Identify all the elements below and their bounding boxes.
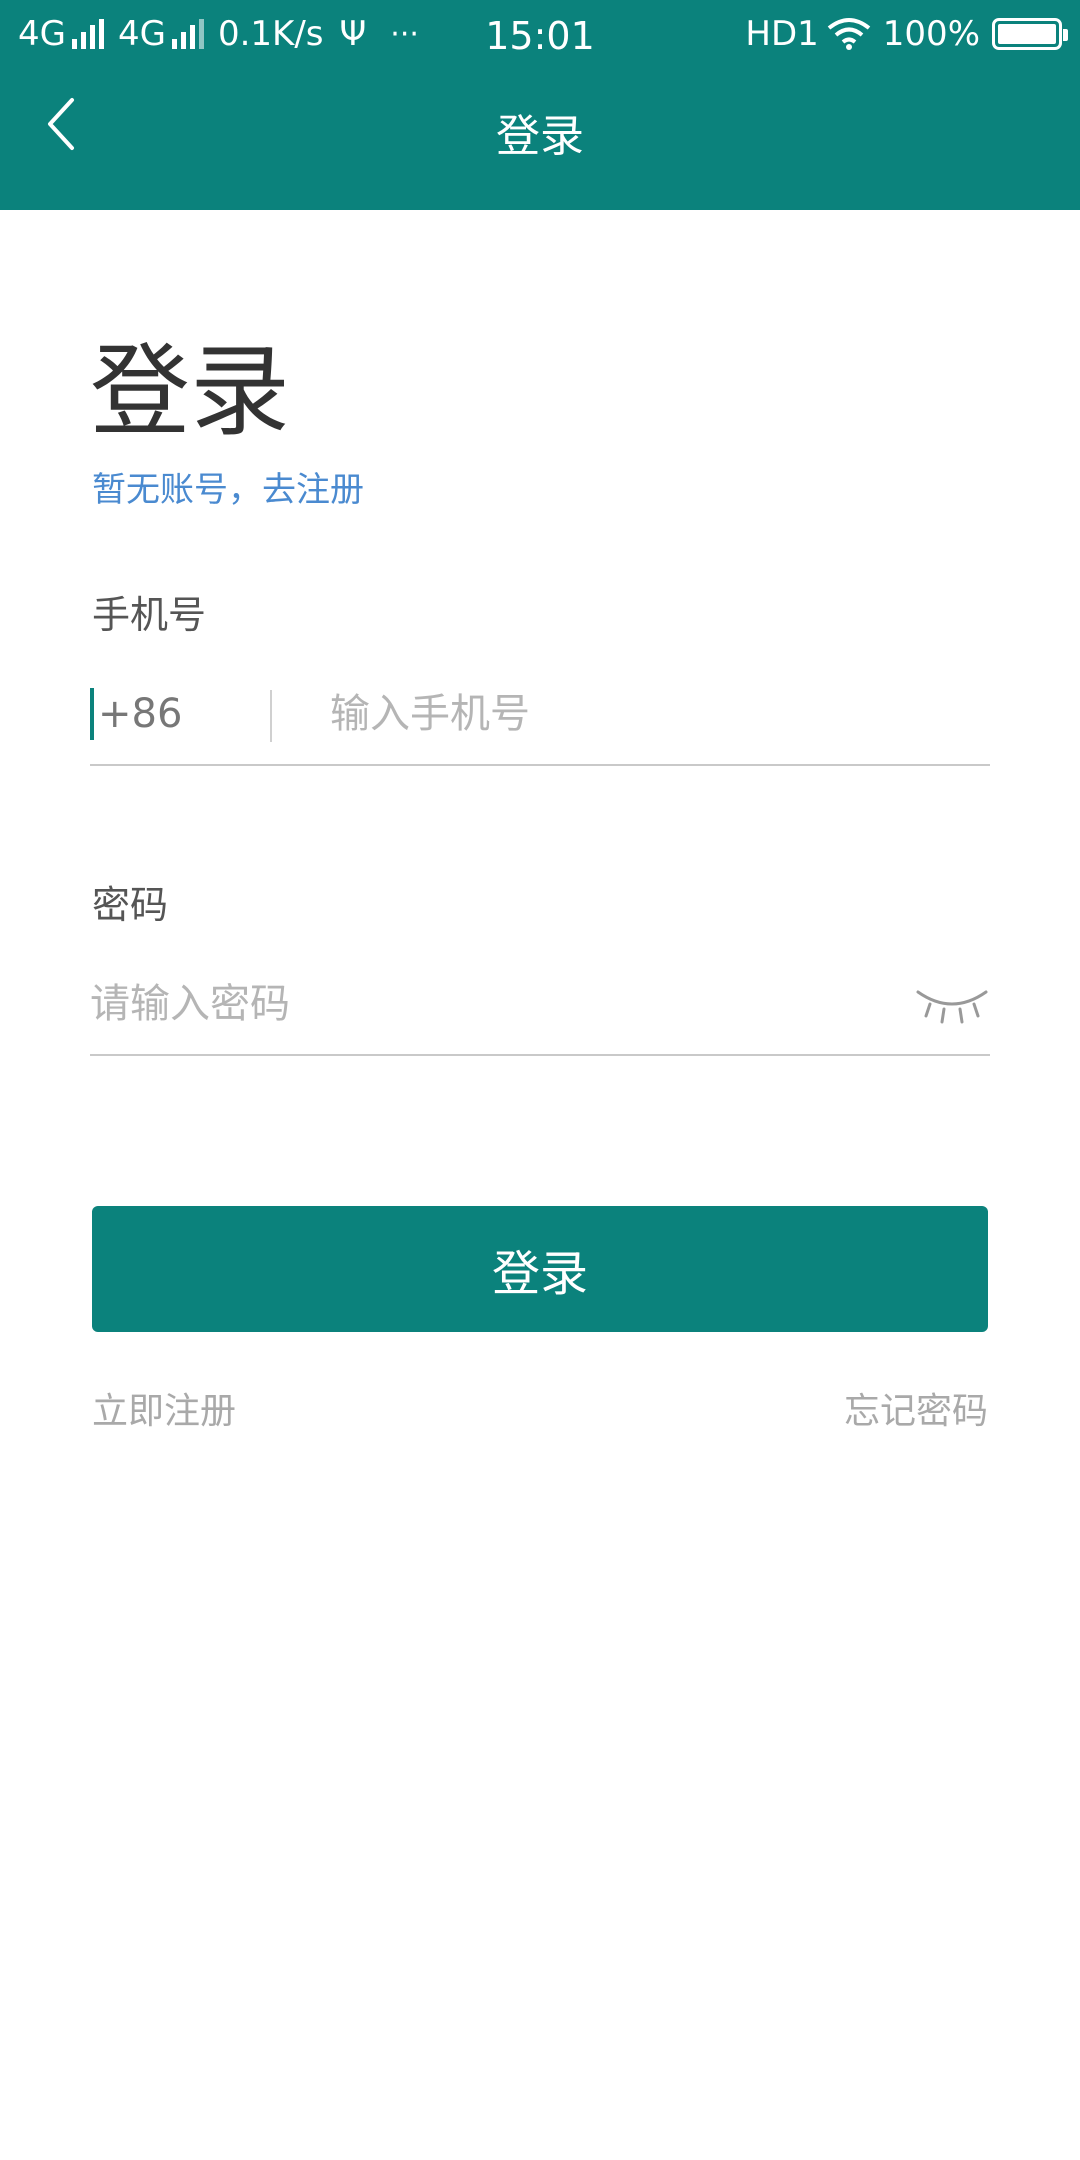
- phone-field-row: +86: [90, 670, 990, 766]
- app-header: 4G 4G 0.1K/s Ψ ··· 15:01 HD1 100% 登录: [0, 0, 1080, 210]
- status-right: HD1 100%: [745, 14, 1068, 54]
- forgot-password-link[interactable]: 忘记密码: [844, 1382, 988, 1434]
- hd-indicator: HD1: [745, 14, 819, 54]
- eye-closed-icon: [916, 990, 988, 1024]
- password-input[interactable]: [90, 972, 850, 1036]
- page-title: 登录: [90, 333, 290, 450]
- country-code[interactable]: +86: [90, 688, 182, 740]
- wifi-icon: [827, 18, 871, 50]
- phone-input[interactable]: [330, 682, 970, 746]
- nav-bar: 登录: [0, 72, 1080, 210]
- register-now-link[interactable]: 立即注册: [92, 1382, 236, 1434]
- login-button[interactable]: 登录: [92, 1206, 988, 1332]
- battery-percent: 100%: [882, 14, 980, 54]
- password-label: 密码: [92, 883, 169, 927]
- status-bar: 4G 4G 0.1K/s Ψ ··· 15:01 HD1 100%: [0, 0, 1080, 72]
- battery-fill: [998, 24, 1056, 44]
- battery-icon: [992, 18, 1068, 50]
- phone-label: 手机号: [92, 593, 207, 637]
- field-divider: [270, 690, 272, 742]
- password-visibility-toggle[interactable]: [914, 982, 990, 1026]
- password-field-row: [90, 960, 990, 1056]
- register-hint-link[interactable]: 暂无账号，去注册: [92, 462, 364, 511]
- nav-title: 登录: [496, 111, 584, 162]
